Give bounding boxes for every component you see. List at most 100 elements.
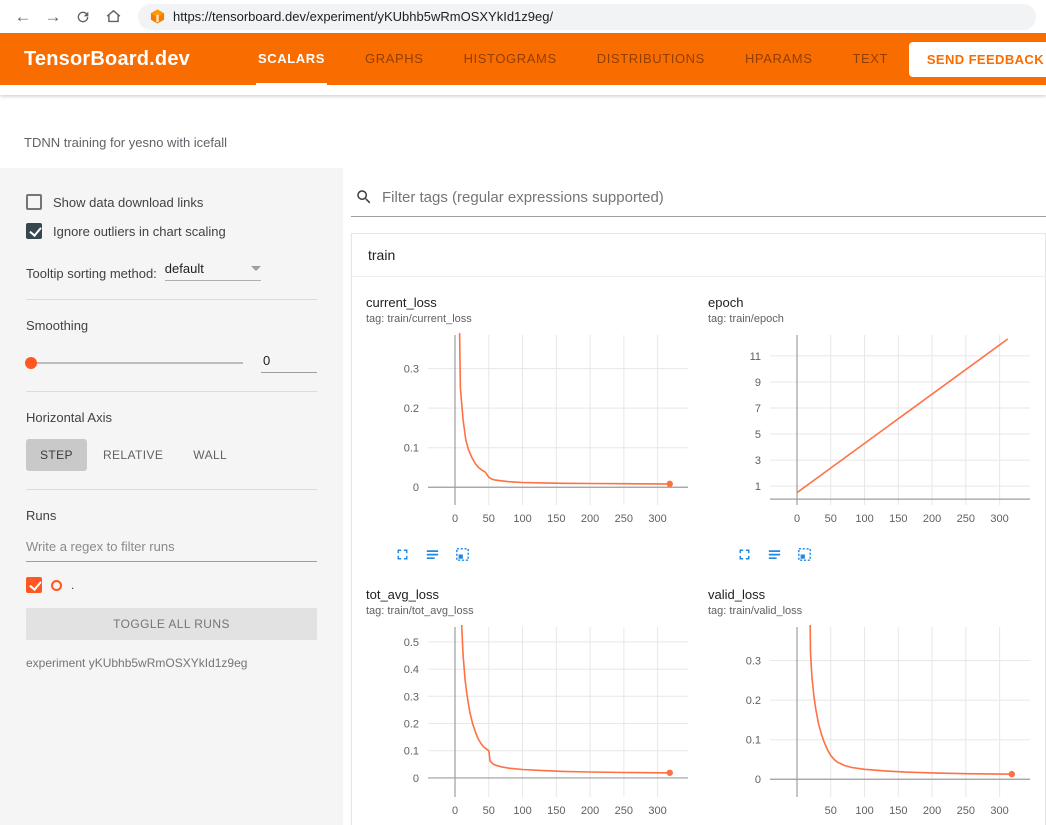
svg-text:0: 0 [413,482,419,494]
svg-text:0.2: 0.2 [404,719,419,731]
search-icon [355,188,373,206]
data-series-icon[interactable] [424,546,441,563]
divider [26,489,317,490]
chart-title: tot_avg_loss [366,587,708,602]
axis-wall-button[interactable]: WALL [179,439,241,471]
svg-text:300: 300 [990,513,1008,525]
toggle-all-runs-button[interactable]: TOGGLE ALL RUNS [26,608,317,640]
tab-histograms[interactable]: HISTOGRAMS [462,33,559,85]
svg-text:0: 0 [452,805,458,817]
svg-text:0.1: 0.1 [746,735,761,747]
forward-icon[interactable]: → [40,4,66,30]
line-chart[interactable]: 1357911050100150200250300 [708,333,1046,543]
svg-text:1: 1 [755,481,761,493]
settings-sidebar: Show data download links Ignore outliers… [0,168,343,825]
reload-icon[interactable] [70,4,96,30]
svg-text:0.2: 0.2 [404,403,419,415]
run-name: . [71,578,74,592]
svg-text:0.3: 0.3 [746,656,761,668]
charts-grid: current_loss tag: train/current_loss 0 0.… [352,277,1045,825]
svg-text:0.3: 0.3 [404,364,419,376]
header-shadow-strip [0,85,1046,95]
chart-tag: tag: train/tot_avg_loss [366,605,708,617]
fullscreen-icon[interactable] [394,546,411,563]
home-icon[interactable] [100,4,126,30]
nav-tabs: SCALARS GRAPHS HISTOGRAMS DISTRIBUTIONS … [256,33,890,85]
svg-text:200: 200 [923,805,941,817]
svg-text:0.1: 0.1 [404,443,419,455]
line-chart[interactable]: 00.10.20.350100150200250300 [708,625,1046,825]
divider [26,299,317,300]
chart-tot-avg-loss: tot_avg_loss tag: train/tot_avg_loss 0 0.… [366,587,708,825]
filter-tags-row [351,182,1046,217]
svg-text:0: 0 [794,513,800,525]
chevron-down-icon [251,266,261,271]
data-series-icon[interactable] [766,546,783,563]
tab-hparams[interactable]: HPARAMS [743,33,815,85]
back-icon[interactable]: ← [10,4,36,30]
smoothing-slider-thumb[interactable] [25,357,37,369]
run-color-swatch [51,580,62,591]
svg-text:150: 150 [889,805,907,817]
svg-text:3: 3 [755,455,761,467]
svg-text:9: 9 [755,377,761,389]
chart-title: epoch [708,295,1046,310]
svg-text:150: 150 [547,805,565,817]
run-list-item: . [26,577,317,593]
svg-text:7: 7 [755,403,761,415]
address-bar[interactable]: https://tensorboard.dev/experiment/yKUbh… [138,4,1036,30]
show-download-label: Show data download links [53,195,203,210]
runs-filter-input[interactable] [26,533,317,562]
app-header: TensorBoard.dev SCALARS GRAPHS HISTOGRAM… [0,33,1046,85]
tooltip-sorting-select[interactable]: default [165,261,261,281]
chart-current-loss: current_loss tag: train/current_loss 0 0.… [366,295,708,563]
svg-text:11: 11 [750,351,761,363]
scalars-content: train current_loss tag: train/current_lo… [343,168,1046,825]
tag-group-header[interactable]: train [352,234,1045,277]
fit-domain-icon[interactable] [796,546,813,563]
chart-epoch: epoch tag: train/epoch 13579110501001502… [708,295,1046,563]
svg-text:0: 0 [755,774,761,786]
axis-step-button[interactable]: STEP [26,439,87,471]
tab-text[interactable]: TEXT [850,33,890,85]
smoothing-value-field[interactable]: 0 [261,353,317,373]
tensorboard-favicon [150,9,165,24]
svg-text:100: 100 [513,513,531,525]
chart-title: current_loss [366,295,708,310]
svg-text:50: 50 [825,513,837,525]
chart-tag: tag: train/current_loss [366,313,708,325]
svg-text:150: 150 [889,513,907,525]
axis-relative-button[interactable]: RELATIVE [89,439,177,471]
svg-text:50: 50 [825,805,837,817]
fullscreen-icon[interactable] [736,546,753,563]
chart-valid-loss: valid_loss tag: train/valid_loss 00.10.2… [708,587,1046,825]
smoothing-slider[interactable] [26,362,243,364]
svg-text:50: 50 [483,513,495,525]
chart-tag: tag: train/epoch [708,313,1046,325]
divider [26,391,317,392]
svg-text:0: 0 [413,773,419,785]
svg-text:300: 300 [648,513,666,525]
tab-scalars[interactable]: SCALARS [256,33,327,85]
svg-text:0.2: 0.2 [746,695,761,707]
send-feedback-button[interactable]: SEND FEEDBACK [909,42,1046,77]
horizontal-axis-label: Horizontal Axis [26,410,317,425]
browser-toolbar: ← → https://tensorboard.dev/experiment/y… [0,0,1046,33]
svg-text:150: 150 [547,513,565,525]
show-download-checkbox[interactable] [26,194,42,210]
svg-text:300: 300 [990,805,1008,817]
tab-distributions[interactable]: DISTRIBUTIONS [595,33,707,85]
svg-text:200: 200 [923,513,941,525]
line-chart[interactable]: 00.10.20.30.40.5050100150200250300 [366,625,708,825]
run-checkbox[interactable] [26,577,42,593]
chart-toolbar [394,546,708,563]
url-text: https://tensorboard.dev/experiment/yKUbh… [173,9,553,24]
filter-tags-input[interactable] [382,189,1046,206]
ignore-outliers-label: Ignore outliers in chart scaling [53,224,226,239]
tab-graphs[interactable]: GRAPHS [363,33,426,85]
fit-domain-icon[interactable] [454,546,471,563]
brand-logo[interactable]: TensorBoard.dev [24,48,190,71]
line-chart[interactable]: 00.10.20.3050100150200250300 [366,333,708,543]
chart-toolbar [736,546,1046,563]
ignore-outliers-checkbox[interactable] [26,223,42,239]
